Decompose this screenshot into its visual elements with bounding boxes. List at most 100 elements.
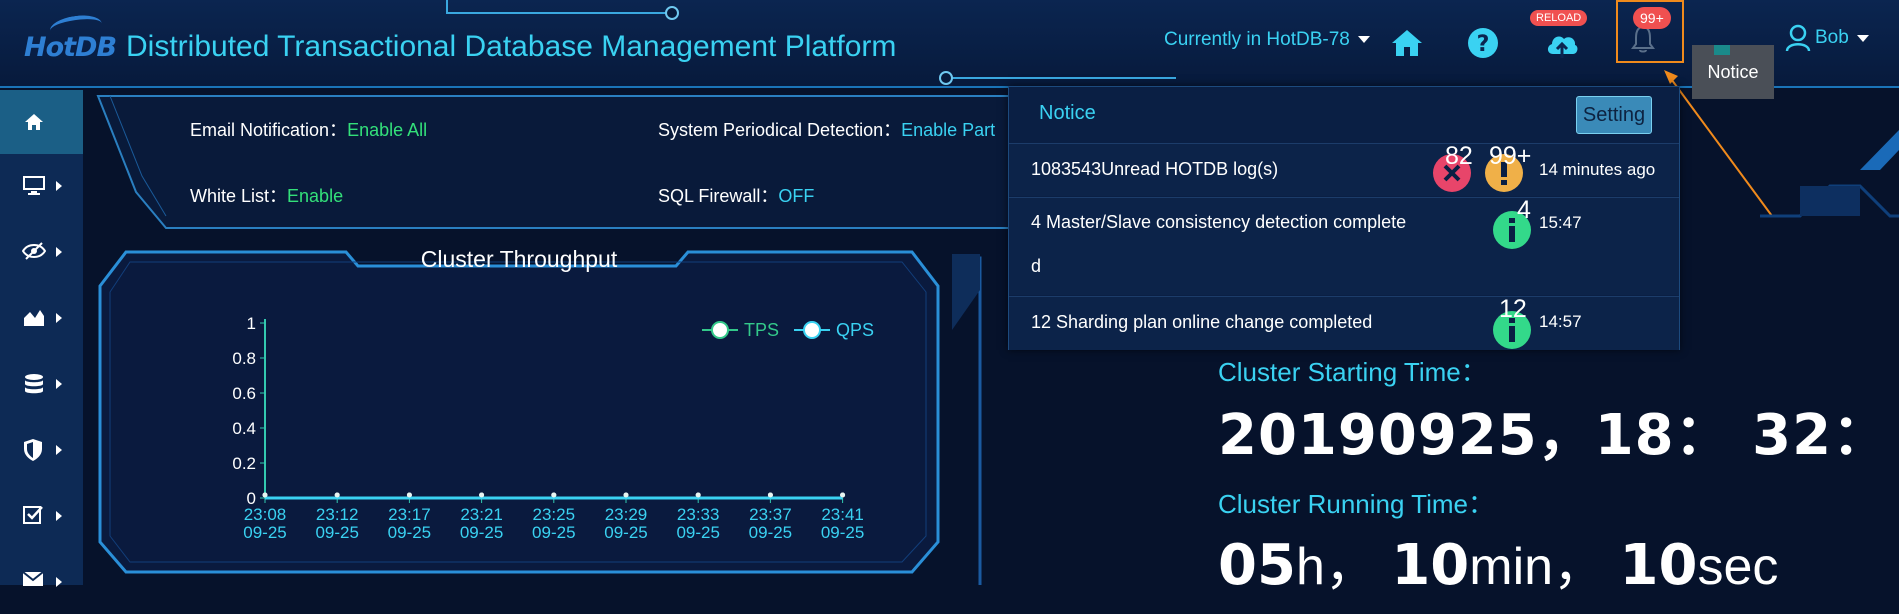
notice-row-time: 15:47 — [1539, 213, 1582, 232]
chevron-right-icon — [56, 511, 62, 521]
reload-badge[interactable]: RELOAD — [1530, 10, 1588, 26]
y-tick-label: 0.2 — [232, 454, 256, 473]
sidebar-item-mail[interactable] — [0, 550, 83, 614]
user-icon — [1785, 24, 1811, 52]
cluster-running-time-value: 05h， 10min， 10sec — [1218, 524, 1778, 599]
checklist-icon — [23, 506, 43, 524]
sql-firewall-status: SQL Firewall：OFF — [658, 182, 814, 208]
x-tick-label: 09-25 — [460, 523, 503, 542]
cloud-upload-icon[interactable] — [1545, 28, 1579, 62]
sidebar-item-home[interactable] — [0, 90, 83, 154]
running-seconds: 10 — [1619, 533, 1698, 598]
header-deco-dot — [939, 71, 953, 85]
x-tick-label: 09-25 — [821, 523, 864, 542]
throughput-chart: 00.20.40.60.8123:0809-2523:1209-2523:170… — [232, 314, 874, 542]
chevron-right-icon — [56, 247, 62, 257]
white-list-value[interactable]: Enable — [287, 186, 343, 206]
notice-title: Notice — [1039, 102, 1096, 124]
notice-row[interactable]: 4 Master/Slave consistency detection com… — [1009, 196, 1679, 295]
chevron-right-icon — [56, 379, 62, 389]
x-tick-label: 09-25 — [604, 523, 647, 542]
header-deco-line — [446, 0, 672, 14]
notice-row-text: 1083543Unread HOTDB log(s) — [1031, 159, 1279, 179]
x-tick-label: 09-25 — [388, 523, 431, 542]
data-point-qps — [406, 492, 412, 498]
sidebar-item-statistics[interactable] — [0, 286, 83, 350]
x-tick-label: 23:17 — [388, 505, 431, 524]
legend-marker-qps — [803, 321, 821, 339]
sidebar-item-visibility[interactable] — [0, 220, 83, 284]
email-notification-value[interactable]: Enable All — [347, 120, 427, 140]
x-tick-label: 23:37 — [749, 505, 792, 524]
data-point-qps — [334, 492, 340, 498]
home-icon — [25, 114, 43, 130]
database-icon — [25, 374, 43, 394]
notice-row[interactable]: 12 Sharding plan online change completed… — [1009, 295, 1679, 350]
user-menu[interactable]: Bob — [1785, 24, 1869, 52]
y-tick-label: 0.6 — [232, 384, 256, 403]
data-point-qps — [479, 492, 485, 498]
area-chart-icon — [24, 310, 44, 326]
svg-text:?: ? — [1477, 32, 1490, 57]
notice-header: Notice Setting — [1009, 87, 1679, 143]
envelope-icon — [22, 571, 44, 586]
sidebar-item-checklist[interactable] — [0, 484, 83, 548]
header-deco-line — [950, 77, 1176, 79]
app-title: Distributed Transactional Database Manag… — [126, 30, 897, 63]
top-header: HotDB Distributed Transactional Database… — [0, 0, 1899, 88]
chevron-down-icon — [1357, 36, 1370, 44]
periodical-detection-status: System Periodical Detection：Enable Part — [658, 116, 995, 142]
notice-row-time: 14 minutes ago — [1539, 160, 1656, 179]
tooltip-text: Notice — [1707, 62, 1759, 82]
x-tick-label: 23:41 — [821, 505, 864, 524]
running-hours: 05 — [1218, 533, 1296, 598]
sql-firewall-label: SQL Firewall： — [658, 186, 779, 206]
help-icon[interactable]: ? — [1466, 26, 1500, 60]
notice-dropdown: Notice Setting 1083543Unread HOTDB log(s… — [1008, 86, 1680, 350]
data-point-qps — [551, 492, 557, 498]
sidebar-item-security[interactable] — [0, 418, 83, 482]
periodical-detection-value[interactable]: Enable Part — [901, 120, 995, 140]
x-tick-label: 09-25 — [676, 523, 719, 542]
running-hours-unit: h， — [1295, 538, 1377, 596]
running-seconds-unit: sec — [1697, 538, 1779, 596]
y-tick-label: 1 — [247, 314, 256, 333]
email-notification-label: Email Notification： — [190, 120, 348, 140]
x-tick-label: 23:29 — [605, 505, 648, 524]
sidebar — [0, 90, 83, 587]
right-deco — [1760, 130, 1899, 218]
logo: HotDB — [24, 32, 117, 63]
notification-count-badge: 99+ — [1633, 7, 1671, 29]
legend-label-tps: TPS — [744, 320, 779, 340]
notice-row-text: 4 Master/Slave consistency detection com… — [1031, 212, 1407, 232]
chevron-right-icon — [56, 181, 62, 191]
notice-setting-button[interactable]: Setting — [1576, 96, 1652, 134]
user-name: Bob — [1815, 27, 1849, 49]
chart-title: Cluster Throughput — [420, 246, 618, 272]
x-tick-label: 09-25 — [532, 523, 575, 542]
data-point-qps — [695, 492, 701, 498]
sidebar-item-monitor[interactable] — [0, 154, 83, 218]
tooltip-marker — [1714, 45, 1730, 55]
notice-row[interactable]: 1083543Unread HOTDB log(s) 82 99+ 14 min… — [1009, 142, 1679, 196]
x-tick-label: 23:08 — [244, 505, 287, 524]
email-notification-status: Email Notification：Enable All — [190, 116, 427, 142]
chevron-right-icon — [56, 445, 62, 455]
notice-row-time: 14:57 — [1539, 312, 1582, 331]
error-count: 82 — [1445, 142, 1473, 170]
legend-label-qps: QPS — [836, 320, 874, 340]
notice-row-text-wrap: d — [1031, 256, 1042, 276]
x-tick-label: 23:33 — [677, 505, 720, 524]
chevron-down-icon — [1856, 34, 1869, 42]
sql-firewall-value[interactable]: OFF — [778, 186, 814, 206]
shield-icon — [24, 439, 42, 461]
cluster-selector[interactable]: Currently in HotDB-78 — [1164, 29, 1370, 51]
data-point-qps — [840, 492, 846, 498]
header-deco-dot — [665, 6, 679, 20]
sidebar-item-database[interactable] — [0, 352, 83, 416]
data-point-qps — [623, 492, 629, 498]
info-count: 12 — [1499, 295, 1527, 323]
data-point-qps — [262, 492, 268, 498]
home-icon[interactable] — [1390, 26, 1424, 60]
cluster-selector-label: Currently in HotDB-78 — [1164, 29, 1350, 50]
